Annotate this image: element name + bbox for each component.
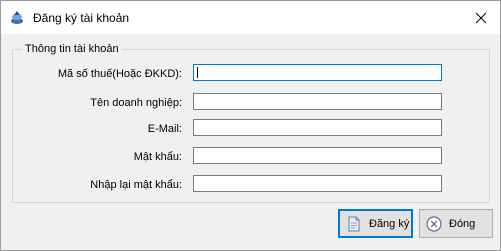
password-label: Mật khẩu: xyxy=(133,151,182,163)
close-button-label: Đóng xyxy=(449,217,476,230)
email-label: E-Mail: xyxy=(147,123,182,135)
circle-x-icon xyxy=(426,215,442,232)
confirm-password-label: Nhập lại mật khẩu: xyxy=(90,179,182,191)
close-button[interactable]: Đóng xyxy=(419,209,493,238)
window-title: Đăng ký tài khoản xyxy=(33,11,130,25)
close-icon[interactable] xyxy=(468,5,494,31)
document-icon xyxy=(348,216,360,231)
tax-code-label: Mã số thuế(Hoặc ĐKKD): xyxy=(57,68,182,80)
register-dialog: Đăng ký tài khoản Thông tin tài khoản Mã… xyxy=(0,0,501,251)
register-button-label: Đăng ký xyxy=(369,217,410,230)
confirm-password-input[interactable] xyxy=(193,175,442,192)
register-button[interactable]: Đăng ký xyxy=(338,209,413,238)
text-caret xyxy=(197,67,198,78)
email-input[interactable] xyxy=(193,119,442,136)
company-name-label: Tên doanh nghiệp: xyxy=(90,97,182,109)
company-name-input[interactable] xyxy=(193,93,442,110)
group-legend: Thông tin tài khoản xyxy=(22,43,122,55)
password-input[interactable] xyxy=(193,147,442,164)
title-bar: Đăng ký tài khoản xyxy=(1,1,500,34)
tax-code-input[interactable] xyxy=(193,64,442,81)
app-icon xyxy=(11,11,23,24)
